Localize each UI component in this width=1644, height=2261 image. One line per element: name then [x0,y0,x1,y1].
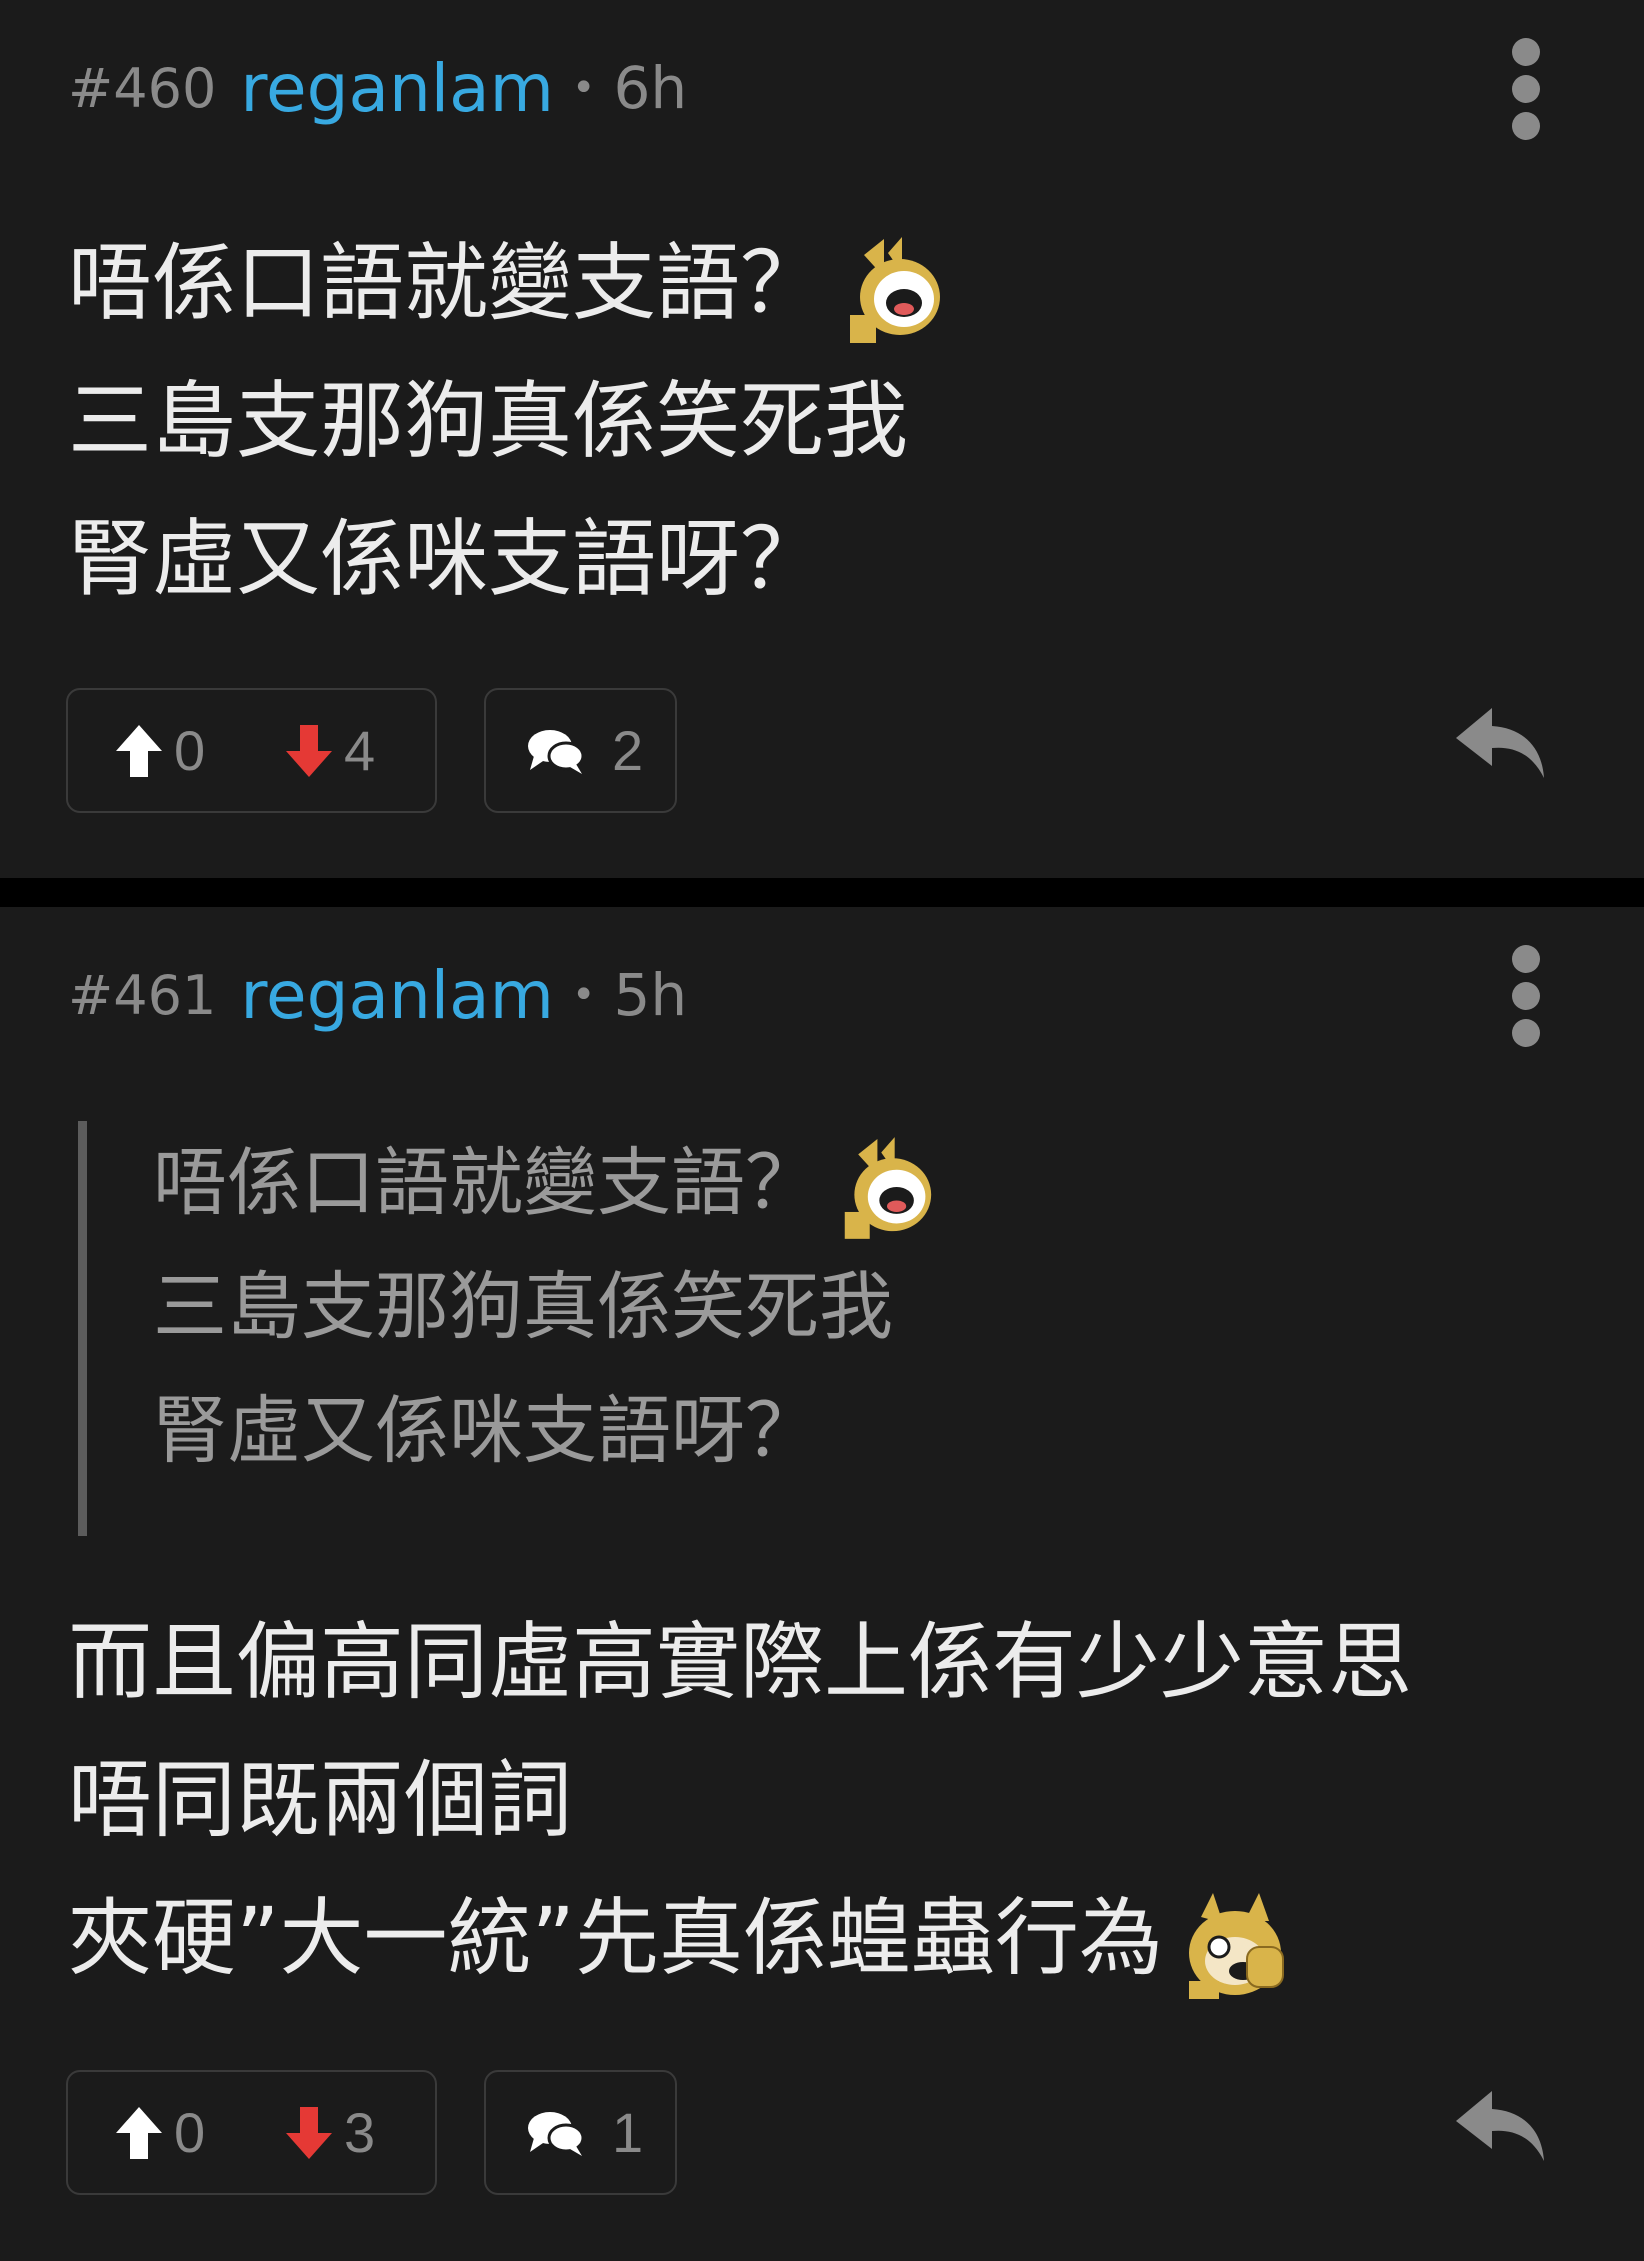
more-options-icon[interactable] [1506,943,1546,1049]
laughing-dog-emoji [839,1133,935,1241]
vote-box: 0 4 [66,688,437,813]
arrow-down-icon [286,724,332,777]
upvote-button[interactable]: 0 [114,690,205,811]
arrow-up-icon [116,724,162,777]
comments-button[interactable]: 2 [484,688,677,813]
quote-line: 腎虛又係咪支語呀？ [153,1388,819,1474]
downvote-button[interactable]: 4 [284,690,375,811]
upvote-count: 0 [174,719,206,782]
post-content: 唔係口語就變支語？ 三島支那狗真係笑死我 腎虛又係咪支語呀？ [68,214,944,628]
upvote-button[interactable]: 0 [114,2072,205,2193]
more-options-icon[interactable] [1506,36,1546,142]
upvote-count: 0 [174,2101,206,2164]
post-header: #460 reganlam • 6h [68,46,687,130]
comments-button[interactable]: 1 [484,2070,677,2195]
post: #461 reganlam • 5h 唔係口語就變支語？ 三島支那狗真係笑死我 … [0,907,1644,2261]
laughing-dog-emoji [844,233,944,345]
content-line: 唔同既兩個詞 [68,1751,573,1849]
quote-line: 三島支那狗真係笑死我 [153,1264,893,1350]
downvote-button[interactable]: 3 [284,2072,375,2193]
post-time: 6h [613,54,688,122]
content-line: 夾硬”大一統”先真係蝗蟲行為 [68,1889,1164,1987]
username-link[interactable]: reganlam [240,50,554,127]
quote-line: 唔係口語就變支語？ [153,1140,819,1226]
post: #460 reganlam • 6h 唔係口語就變支語？ 三島支那狗真係笑死我 … [0,0,1644,878]
post-number: #461 [68,963,217,1027]
facepalm-dog-emoji [1183,1887,1289,2001]
separator-dot: • [571,972,596,1018]
post-number: #460 [68,56,217,120]
post-time: 5h [613,961,688,1029]
username-link[interactable]: reganlam [240,957,554,1034]
separator-dot: • [571,65,596,111]
quote-block: 唔係口語就變支語？ 三島支那狗真係笑死我 腎虛又係咪支語呀？ [78,1121,1187,1536]
content-line: 唔係口語就變支語？ [68,234,825,332]
content-line: 而且偏高同虛高實際上係有少少意思 [68,1613,1413,1711]
content-line: 三島支那狗真係笑死我 [68,372,909,470]
chat-bubble-icon [528,2111,585,2156]
comment-count: 2 [612,719,644,782]
content-line: 腎虛又係咪支語呀？ [68,510,825,608]
comment-count: 1 [612,2101,644,2164]
arrow-up-icon [116,2106,162,2159]
chat-bubble-icon [528,729,585,774]
post-header: #461 reganlam • 5h [68,953,687,1037]
post-content: 而且偏高同虛高實際上係有少少意思 唔同既兩個詞 夾硬”大一統”先真係蝗蟲行為 [68,1593,1412,2007]
arrow-down-icon [286,2106,332,2159]
vote-box: 0 3 [66,2070,437,2195]
reply-icon[interactable] [1452,702,1548,782]
reply-icon[interactable] [1452,2085,1548,2165]
downvote-count: 3 [344,2101,376,2164]
downvote-count: 4 [344,719,376,782]
